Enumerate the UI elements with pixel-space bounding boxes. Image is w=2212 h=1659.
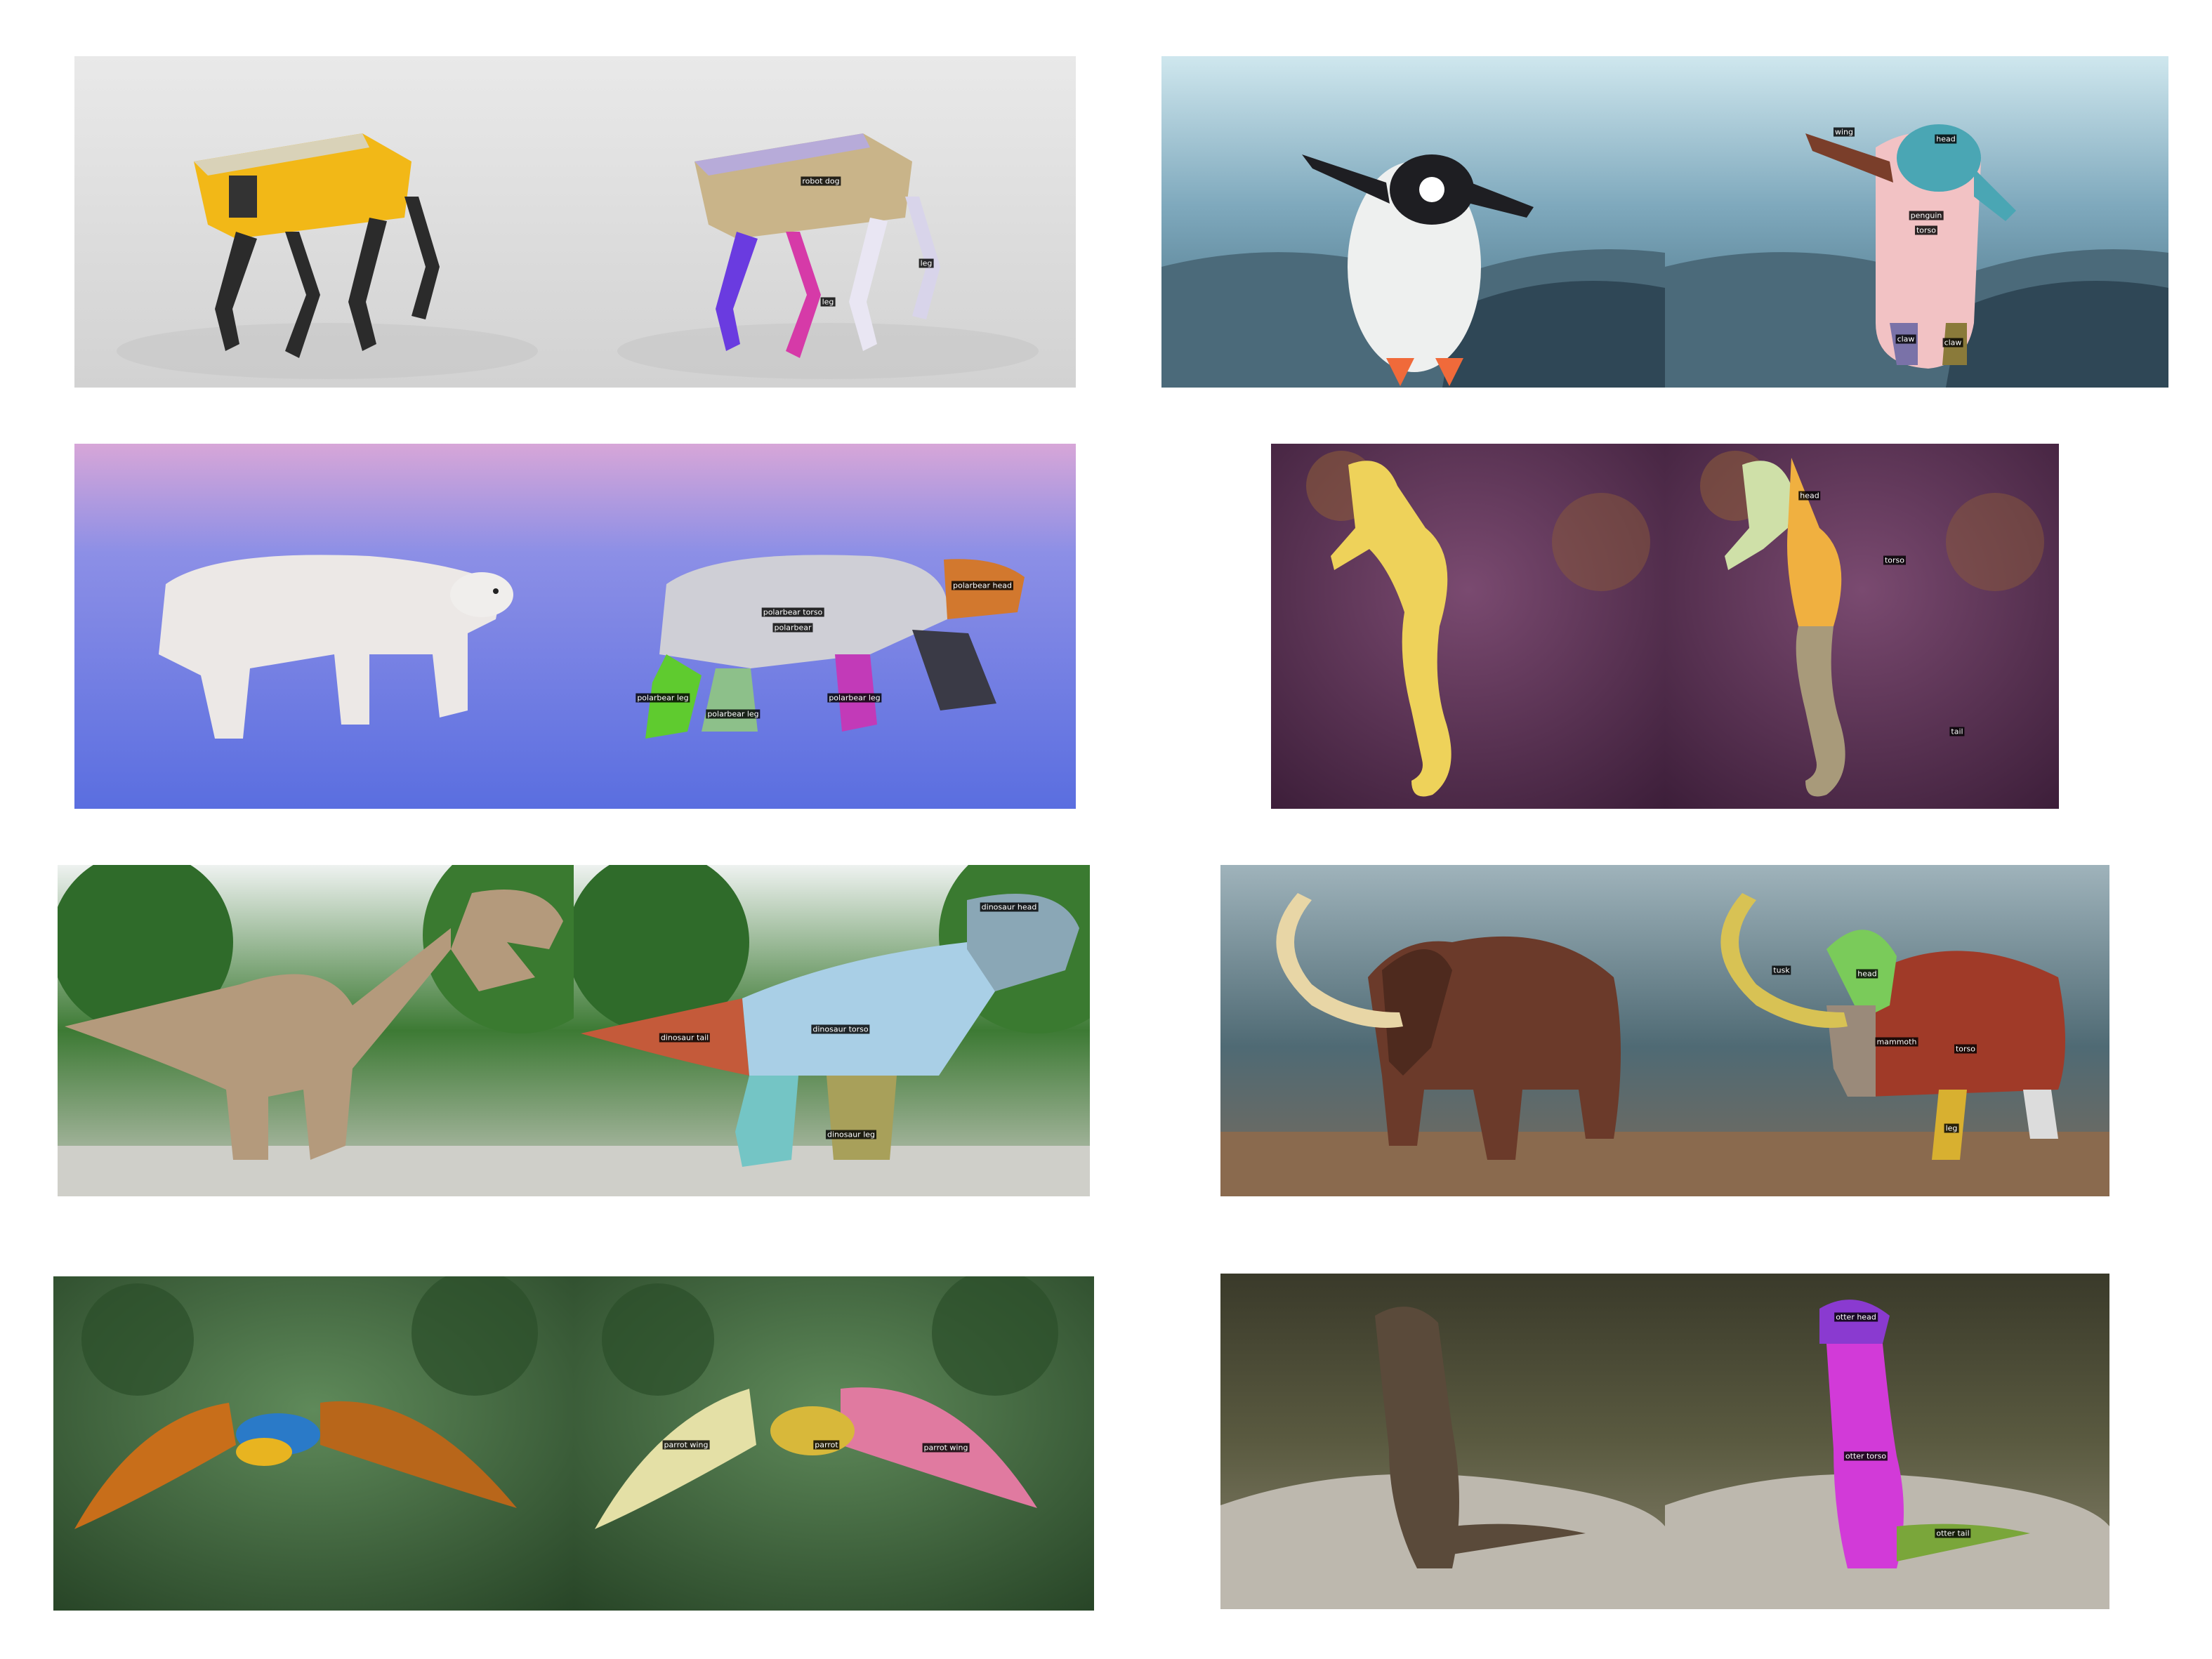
otter-panel-pair: otter head otter torso otter tail: [1220, 1274, 2109, 1609]
dinosaur-original-image: [58, 865, 574, 1196]
otter-tail-label: otter tail: [1935, 1528, 1971, 1538]
otter-original-image: [1220, 1274, 1665, 1609]
seahorse-segmented-image: head torso tail: [1665, 444, 2059, 809]
robot-dog-label: robot dog: [801, 176, 841, 186]
mammoth-original-image: [1220, 865, 1665, 1196]
seahorse-original-image: [1271, 444, 1665, 809]
penguin-segmented-image: head wing penguin torso claw claw: [1665, 56, 2168, 388]
polar-bear-panel-pair: polarbear head polarbear torso polarbear…: [74, 444, 1076, 809]
polar-bear-leg-label: polarbear leg: [706, 709, 761, 719]
mammoth-tusk-label: tusk: [1772, 965, 1791, 975]
robot-dog-leg-label: leg: [919, 258, 934, 268]
parrot-label: parrot: [813, 1440, 840, 1450]
penguin-wing-label: wing: [1833, 127, 1855, 137]
polar-bear-head-label: polarbear head: [951, 581, 1014, 590]
seahorse-head-label: head: [1798, 491, 1821, 501]
seahorse-panel-pair: head torso tail: [1271, 444, 2059, 809]
polar-bear-label: polarbear: [772, 623, 813, 633]
penguin-head-label: head: [1935, 134, 1957, 144]
dinosaur-head-label: dinosaur head: [980, 902, 1039, 912]
parrot-wing-label: parrot wing: [922, 1443, 970, 1453]
otter-segmented-image: otter head otter torso otter tail: [1665, 1274, 2109, 1609]
dinosaur-segmented-image: dinosaur head dinosaur torso dinosaur ta…: [574, 865, 1090, 1196]
polar-bear-torso-label: polarbear torso: [761, 607, 824, 617]
dinosaur-torso-label: dinosaur torso: [811, 1024, 870, 1034]
parrot-wing-label: parrot wing: [662, 1440, 710, 1450]
seahorse-torso-label: torso: [1883, 555, 1907, 565]
polar-bear-leg-label: polarbear leg: [636, 693, 690, 703]
mammoth-panel-pair: tusk head mammoth torso leg: [1220, 865, 2109, 1196]
dinosaur-panel-pair: dinosaur head dinosaur torso dinosaur ta…: [58, 865, 1090, 1196]
robot-dog-panel-pair: robot dog leg leg: [74, 56, 1076, 388]
polar-bear-segmented-image: polarbear head polarbear torso polarbear…: [575, 444, 1076, 809]
penguin-label: penguin: [1909, 211, 1944, 220]
polar-bear-original-image: [74, 444, 575, 809]
penguin-original-image: [1161, 56, 1665, 388]
mammoth-label: mammoth: [1875, 1037, 1918, 1047]
figure-canvas: { "panels": { "robot_dog": { "labels": {…: [0, 0, 2212, 1659]
robot-dog-original-image: [74, 56, 575, 388]
robot-dog-leg-label: leg: [820, 297, 836, 307]
polar-bear-leg-label: polarbear leg: [827, 693, 882, 703]
dinosaur-tail-label: dinosaur tail: [659, 1033, 711, 1043]
mammoth-torso-label: torso: [1954, 1044, 1977, 1054]
otter-head-label: otter head: [1834, 1312, 1878, 1322]
mammoth-segmented-image: tusk head mammoth torso leg: [1665, 865, 2109, 1196]
parrot-segmented-image: parrot wing parrot parrot wing: [574, 1276, 1094, 1611]
mammoth-leg-label: leg: [1944, 1123, 1959, 1133]
penguin-panel-pair: head wing penguin torso claw claw: [1161, 56, 2168, 388]
robot-dog-segmented-image: robot dog leg leg: [575, 56, 1076, 388]
penguin-claw-label: claw: [1895, 334, 1916, 344]
otter-torso-label: otter torso: [1843, 1451, 1888, 1461]
mammoth-head-label: head: [1856, 969, 1878, 979]
penguin-torso-label: torso: [1914, 225, 1938, 235]
seahorse-tail-label: tail: [1949, 727, 1965, 736]
penguin-claw-label: claw: [1942, 338, 1963, 348]
parrot-panel-pair: parrot wing parrot parrot wing: [53, 1276, 1094, 1611]
parrot-original-image: [53, 1276, 574, 1611]
dinosaur-leg-label: dinosaur leg: [825, 1130, 877, 1139]
